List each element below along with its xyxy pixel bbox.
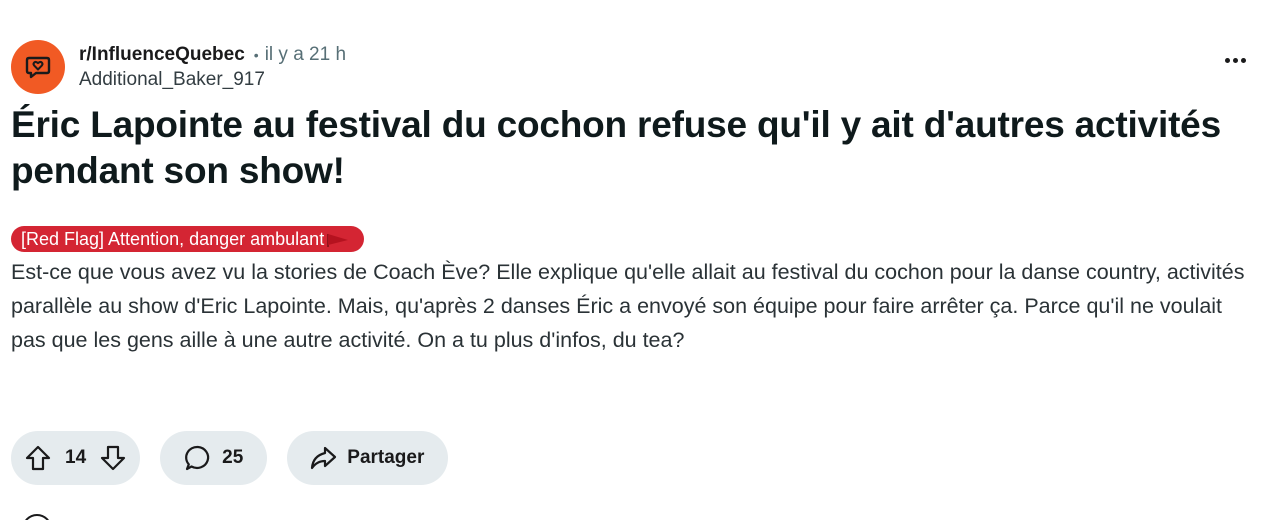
comments-button[interactable]: 25 [160, 431, 268, 485]
downvote-button[interactable] [98, 443, 128, 473]
author-link[interactable]: Additional_Baker_917 [79, 67, 346, 93]
upvote-icon [25, 445, 51, 471]
comment-icon [185, 445, 210, 471]
subreddit-avatar[interactable] [11, 40, 65, 94]
commenter-avatar [22, 514, 52, 520]
upvote-button[interactable] [23, 443, 53, 473]
meta-separator: • [253, 47, 259, 63]
subreddit-link[interactable]: r/InfluenceQuebec [79, 43, 245, 67]
post-meta: r/InfluenceQuebec • il y a 21 h Addition… [79, 40, 346, 93]
downvote-icon [101, 445, 126, 471]
post-flair[interactable]: [Red Flag] Attention, danger ambulant [11, 226, 365, 252]
red-flag-icon [327, 234, 349, 247]
post-time: il y a 21 h [264, 44, 347, 65]
more-options-icon [1225, 58, 1230, 63]
comment-count: 25 [222, 447, 244, 468]
post-title[interactable]: Éric Lapointe au festival du cochon refu… [11, 102, 1251, 194]
subreddit-chat-icon [25, 56, 51, 79]
more-options-button[interactable] [1221, 54, 1250, 67]
vote-count: 14 [65, 447, 87, 468]
post-page: r/InfluenceQuebec • il y a 21 h Addition… [0, 0, 1286, 520]
post-body: Est-ce que vous avez vu la stories de Co… [11, 260, 1245, 352]
share-button[interactable]: Partager [287, 431, 449, 485]
vote-bar: 14 [11, 431, 141, 485]
flair-label: [Red Flag] Attention, danger ambulant [21, 229, 325, 249]
share-icon [311, 446, 337, 470]
post-header: r/InfluenceQuebec • il y a 21 h Addition… [11, 40, 346, 94]
share-label: Partager [347, 447, 425, 468]
post-actions: 14 25 Partager [11, 431, 449, 485]
